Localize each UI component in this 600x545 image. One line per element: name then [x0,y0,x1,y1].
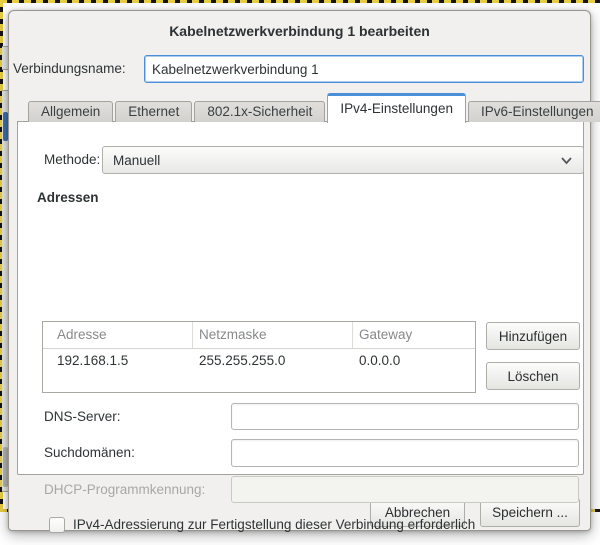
search-domains-input[interactable] [231,439,579,467]
connection-name-label: Verbindungsname: [13,55,126,83]
method-dropdown[interactable]: Manuell [102,146,584,174]
gateway-cell: 0.0.0.0 [353,349,475,373]
connection-name-input[interactable] [144,55,584,83]
column-header-gateway[interactable]: Gateway [353,322,475,348]
netmask-cell: 255.255.255.0 [193,349,353,373]
tab-allgemein[interactable]: Allgemein [28,101,113,122]
delete-address-button[interactable]: Löschen [486,362,580,390]
tab-ipv6-einstellungen[interactable]: IPv6-Einstellungen [468,101,600,122]
ipv4-settings-panel: Methode: Manuell Adressen Adresse Netzma… [17,121,584,475]
dhcp-client-id-label: DHCP-Programmkennung: [44,476,205,503]
require-ipv4-checkbox[interactable] [49,517,65,533]
add-address-button[interactable]: Hinzufügen [486,322,580,350]
screen: Kabelnetzwerkverbindung 1 bearbeiten Ver… [0,0,600,545]
tab-ipv4-einstellungen[interactable]: IPv4-Einstellungen [327,93,466,123]
edit-connection-dialog: Kabelnetzwerkverbindung 1 bearbeiten Ver… [8,10,591,531]
column-header-adresse[interactable]: Adresse [43,322,193,348]
dialog-title: Kabelnetzwerkverbindung 1 bearbeiten [9,23,590,39]
screenshot-selection-border-top [0,0,600,3]
method-label: Methode: [44,146,100,174]
dns-server-label: DNS-Server: [44,403,121,430]
addresses-section-label: Adressen [37,190,99,205]
chevron-down-icon [560,156,573,165]
addresses-table: Adresse Netzmaske Gateway 192.168.1.5 25… [42,321,476,393]
tab-8021x-sicherheit[interactable]: 802.1x-Sicherheit [194,101,325,122]
address-cell: 192.168.1.5 [43,349,193,373]
column-header-netzmaske[interactable]: Netzmaske [193,322,353,348]
dhcp-client-id-input [231,476,579,503]
method-selected-value: Manuell [113,153,560,168]
dns-server-input[interactable] [231,403,579,430]
search-domains-label: Suchdomänen: [44,439,135,467]
address-table-row[interactable]: 192.168.1.5 255.255.255.0 0.0.0.0 [43,349,475,373]
settings-tab-bar: Allgemein Ethernet 802.1x-Sicherheit IPv… [28,92,600,122]
addresses-table-header: Adresse Netzmaske Gateway [43,322,475,349]
require-ipv4-label[interactable]: IPv4-Adressierung zur Fertigstellung die… [73,516,475,534]
tab-ethernet[interactable]: Ethernet [115,101,192,122]
